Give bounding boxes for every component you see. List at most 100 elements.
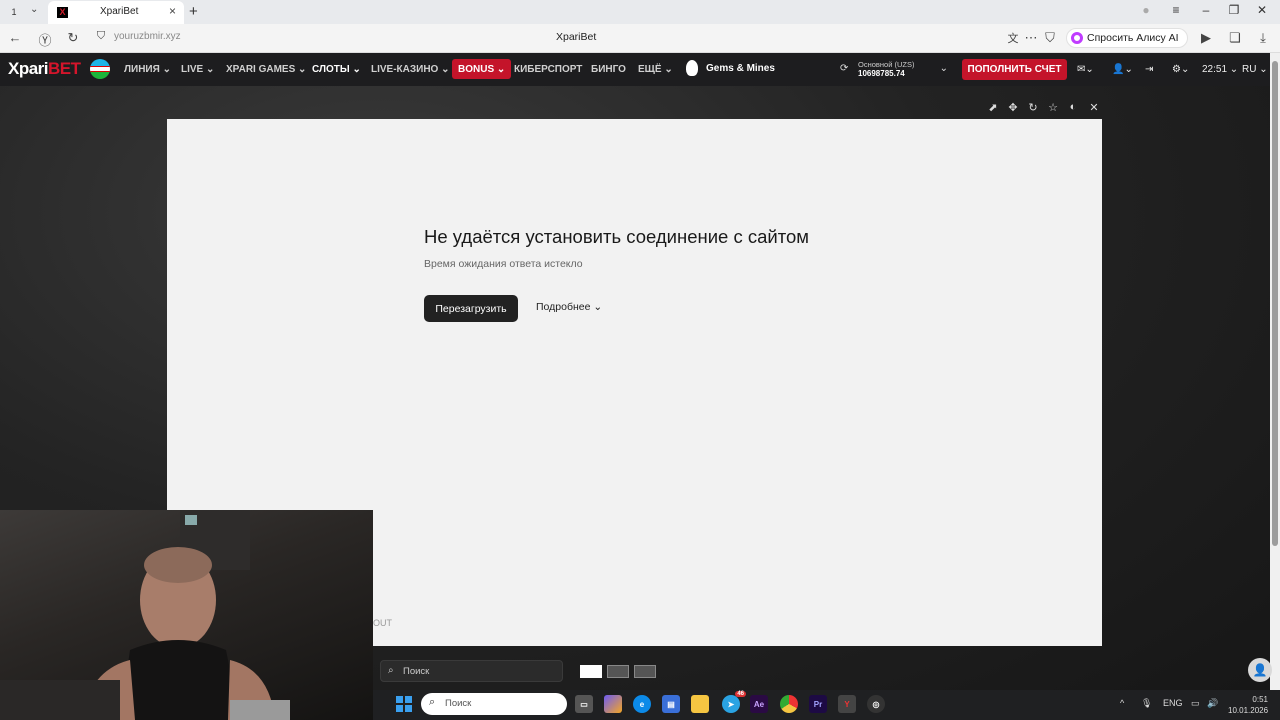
profile-icon[interactable]: ● (1134, 3, 1158, 17)
search-icon: ⌕ (388, 665, 394, 676)
account-label: Основной (UZS) (858, 60, 915, 69)
messages-icon[interactable]: ✉⌄ (1077, 64, 1094, 75)
clock-date: 10.01.2026 (1228, 706, 1269, 715)
error-title: Не удаётся установить соединение с сайто… (424, 226, 810, 247)
chevron-down-icon: ⌄ (939, 63, 948, 74)
browser-menu-icon[interactable]: ≡ (1164, 3, 1188, 17)
close-tab-icon[interactable]: × (169, 4, 176, 18)
edge-icon[interactable]: e (633, 695, 651, 713)
active-tab[interactable]: X XpariBet × (48, 1, 184, 24)
menu-more[interactable]: ЕЩЁ ⌄ (638, 64, 673, 75)
page-title: XpariBet (556, 31, 597, 43)
uzbekistan-flag-icon[interactable] (90, 59, 110, 79)
open-external-icon[interactable]: ⬈ (986, 101, 1000, 114)
volume-icon[interactable]: 🔊 (1207, 698, 1218, 709)
menu-bingo[interactable]: БИНГО (591, 64, 626, 75)
extensions-icon[interactable]: ❏ (1226, 30, 1244, 46)
translate-icon[interactable]: 文 (1004, 30, 1022, 46)
taskbar-clock[interactable]: 0:51 10.01.2026 (1228, 694, 1268, 716)
xparibet-favicon: X (57, 7, 68, 18)
menu-live-casino[interactable]: LIVE-КАЗИНО ⌄ (371, 64, 450, 75)
keyboard-language[interactable]: ENG (1163, 698, 1183, 708)
close-window-icon[interactable]: ✕ (1250, 3, 1274, 17)
tab-count-badge[interactable]: 1 (6, 4, 22, 20)
alice-icon (1071, 32, 1083, 44)
minimize-icon[interactable]: – (1194, 3, 1218, 17)
task-view-icon[interactable]: ▭ (575, 695, 593, 713)
scrollbar-thumb[interactable] (1272, 61, 1278, 546)
new-tab-icon[interactable]: + (189, 3, 198, 20)
logo-accent: BET (48, 59, 81, 78)
webcam-overlay (0, 510, 373, 720)
error-subtitle: Время ожидания ответа истекло (424, 258, 583, 270)
store-icon[interactable]: ▤ (662, 695, 680, 713)
menu-live[interactable]: LIVE ⌄ (181, 64, 214, 75)
microphone-icon[interactable]: 🎙 (1141, 698, 1152, 709)
logout-icon[interactable]: ⇥ (1145, 64, 1153, 75)
tab-title: XpariBet (100, 6, 139, 17)
menu-xpari-games[interactable]: XPARI GAMES ⌄ (226, 64, 306, 75)
page-scrollbar[interactable] (1270, 53, 1280, 720)
webcam-person-image (0, 510, 290, 720)
network-icon[interactable]: ▭ (1191, 698, 1200, 709)
view-double-icon[interactable] (607, 665, 629, 678)
chrome-icon[interactable] (780, 695, 798, 713)
view-quad-icon[interactable] (634, 665, 656, 678)
gems-label: Gems & Mines (706, 62, 775, 74)
bookmark-icon[interactable]: ⛉ (1041, 30, 1059, 46)
site-logo[interactable]: XpariBET (8, 59, 81, 79)
play-icon[interactable]: ▶ (1197, 30, 1215, 46)
ask-alice-button[interactable]: Спросить Алису AI (1066, 28, 1188, 48)
address-bar: ← Ⓨ ↻ ⛉ youruzbmir.xyz XpariBet 文 ⋯ ⛉ Сп… (0, 24, 1280, 53)
refresh-balance-icon[interactable]: ⟳ (840, 63, 848, 74)
favorite-star-icon[interactable]: ☆ (1046, 101, 1060, 114)
url-field[interactable]: youruzbmir.xyz (114, 31, 181, 42)
download-icon[interactable]: ⤓ (1254, 30, 1272, 46)
reload-button[interactable]: Перезагрузить (424, 295, 518, 322)
close-game-icon[interactable]: ✕ (1087, 101, 1101, 114)
language-selector[interactable]: RU ⌄ (1242, 64, 1268, 75)
reload-game-icon[interactable]: ↻ (1026, 101, 1040, 114)
view-single-icon[interactable] (580, 665, 602, 678)
windows-start-icon[interactable] (396, 696, 412, 712)
premiere-icon[interactable]: Pr (809, 695, 827, 713)
copilot-icon[interactable] (604, 695, 622, 713)
menu-slots[interactable]: СЛОТЫ ⌄ (312, 64, 361, 75)
yandex-browser-icon[interactable]: Y (838, 695, 856, 713)
windows-search-placeholder: Поиск (445, 698, 472, 709)
browser-tab-strip: 1 ⌄ X XpariBet × + ● ≡ – ❐ ✕ (0, 0, 1280, 24)
telegram-badge: 46 (735, 691, 746, 697)
back-icon[interactable]: ← (6, 30, 24, 45)
refresh-icon[interactable]: ↻ (64, 30, 82, 46)
bonus-menu-button[interactable]: BONUS ⌄ (452, 59, 512, 79)
user-icon[interactable]: 👤⌄ (1112, 64, 1133, 75)
site-shield-icon[interactable]: ⛉ (92, 30, 110, 43)
app-icon[interactable]: ◎ (867, 695, 885, 713)
telegram-icon[interactable]: ➤ 46 (722, 691, 746, 713)
search-icon: ⌕ (429, 696, 436, 708)
settings-icon[interactable]: ⚙⌄ (1172, 64, 1189, 75)
menu-liniya[interactable]: ЛИНИЯ ⌄ (124, 64, 171, 75)
support-chat-icon[interactable]: 👤 (1248, 658, 1272, 682)
deposit-button[interactable]: ПОПОЛНИТЬ СЧЕТ (962, 59, 1067, 80)
gems-and-mines-link[interactable]: Gems & Mines (686, 60, 775, 76)
move-icon[interactable]: ✥ (1006, 101, 1020, 114)
game-search-input[interactable]: ⌕ Поиск (380, 660, 563, 682)
restore-icon[interactable]: ❐ (1222, 3, 1246, 17)
after-effects-icon[interactable]: Ae (750, 695, 768, 713)
site-time[interactable]: 22:51 ⌄ (1202, 64, 1238, 75)
account-balance-selector[interactable]: ⟳ Основной (UZS) 10698785.74 ⌄ (838, 59, 950, 81)
logo-main: Xpari (8, 59, 49, 78)
file-explorer-icon[interactable] (691, 695, 709, 713)
clock-time: 0:51 (1252, 695, 1268, 704)
theme-toggle-icon[interactable]: ◐ (1066, 101, 1080, 113)
game-partial-text: OUT (373, 618, 392, 628)
more-icon[interactable]: ⋯ (1022, 30, 1040, 46)
gem-icon (686, 60, 698, 76)
menu-esports[interactable]: КИБЕРСПОРТ (514, 64, 582, 75)
yandex-icon[interactable]: Ⓨ (36, 30, 54, 49)
tabs-dropdown-icon[interactable]: ⌄ (30, 4, 38, 15)
show-hidden-icons[interactable]: ^ (1120, 698, 1124, 708)
details-button[interactable]: Подробнее ⌄ (536, 301, 602, 313)
windows-search-input[interactable]: ⌕ Поиск (421, 693, 567, 715)
